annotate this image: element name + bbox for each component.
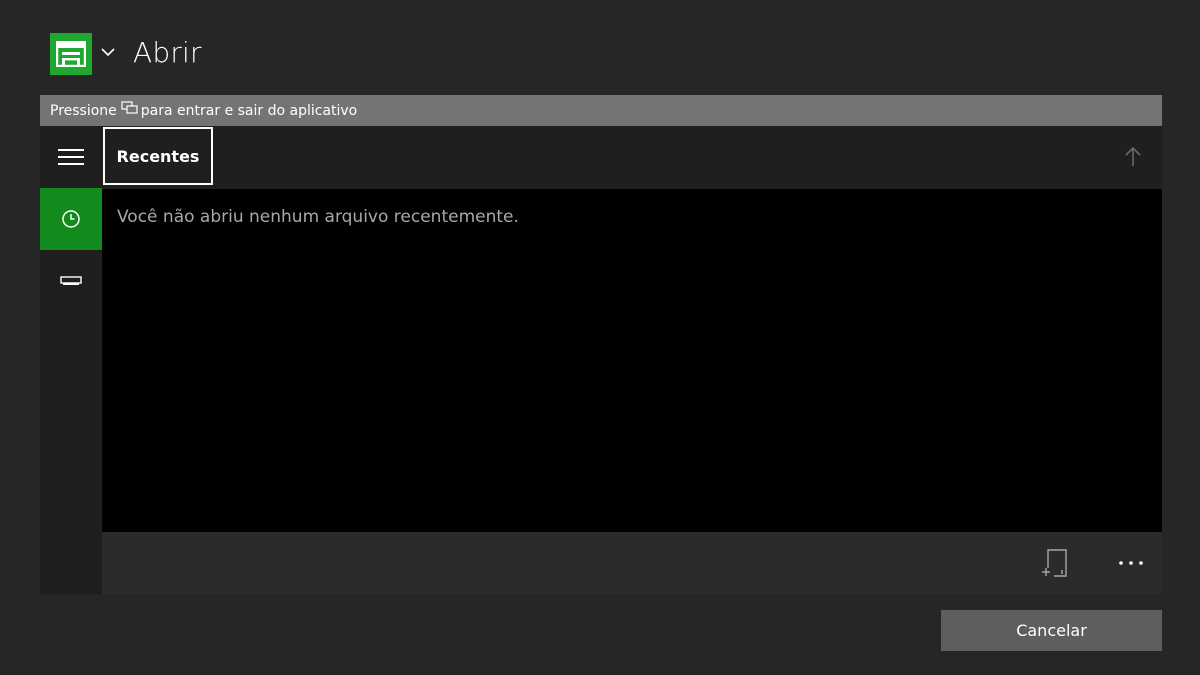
- cancel-button[interactable]: Cancelar: [941, 610, 1162, 651]
- command-bar: [102, 532, 1162, 594]
- clock-icon: [62, 210, 80, 228]
- controller-hint-bar: Pressione para entrar e sair do aplicati…: [40, 95, 1162, 126]
- file-list: Você não abriu nenhum arquivo recentemen…: [102, 189, 1162, 532]
- sidebar-item-drive[interactable]: [40, 250, 102, 312]
- view-button-icon: [121, 100, 139, 115]
- new-folder-icon[interactable]: [1040, 548, 1070, 578]
- file-explorer-icon: [50, 33, 92, 75]
- empty-message: Você não abriu nenhum arquivo recentemen…: [117, 207, 519, 227]
- sidebar-item-recent[interactable]: [40, 188, 102, 250]
- hamburger-menu-icon: [58, 149, 84, 165]
- more-options-icon[interactable]: [1114, 546, 1148, 580]
- sidebar: [40, 126, 102, 594]
- tab-recent[interactable]: Recentes: [103, 127, 213, 185]
- arrow-up-icon[interactable]: [1122, 146, 1144, 168]
- hint-text-before: Pressione: [50, 102, 117, 119]
- hint-text-after: para entrar e sair do aplicativo: [140, 102, 358, 119]
- location-bar: Recentes: [102, 126, 1162, 189]
- page-title: Abrir: [133, 36, 202, 69]
- drive-icon: [60, 276, 82, 285]
- hamburger-menu-button[interactable]: [40, 126, 102, 188]
- chevron-down-icon[interactable]: [100, 44, 116, 60]
